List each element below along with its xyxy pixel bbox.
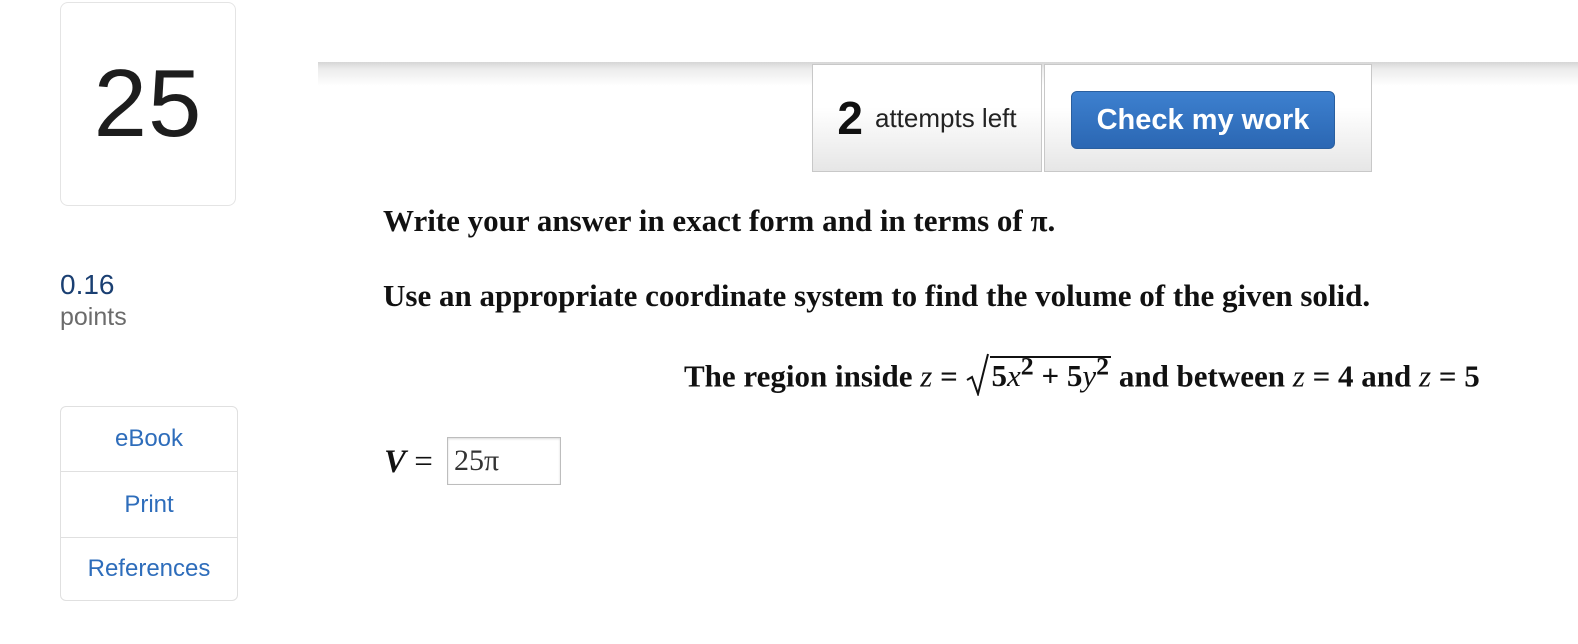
region-between: and between: [1111, 358, 1293, 394]
question-number-card: 25: [60, 2, 236, 206]
attempts-label: attempts left: [874, 102, 1017, 133]
instruction-exact-form: Write your answer in exact form and in t…: [383, 203, 1056, 238]
answer-var: V: [384, 444, 407, 480]
radicand-coef-a: 5: [991, 358, 1008, 394]
square-root-icon: [966, 354, 989, 397]
region-var-z2: z: [1292, 358, 1305, 394]
attempts-box: 2 attempts left: [812, 64, 1042, 172]
region-eq5: = 5: [1431, 358, 1480, 394]
region-eq: =: [932, 358, 966, 394]
radicand-exp-x: 2: [1020, 352, 1034, 381]
points-panel: 0.16 points: [60, 268, 127, 332]
radicand: 5x2 + 5y2: [989, 352, 1112, 394]
check-my-work-button[interactable]: Check my work: [1071, 91, 1335, 149]
region-description: The region inside z = 5x2 + 5y2 and betw…: [684, 352, 1480, 397]
references-link[interactable]: References: [61, 538, 237, 600]
region-eq4: = 4 and: [1304, 358, 1420, 394]
radicand-var-y: y: [1082, 358, 1097, 394]
points-value: 0.16: [60, 269, 115, 300]
print-link[interactable]: Print: [61, 472, 237, 538]
points-label: points: [60, 303, 127, 331]
region-var-z3: z: [1419, 358, 1432, 394]
instruction-coordinate-system: Use an appropriate coordinate system to …: [383, 278, 1371, 313]
tools-panel: eBook Print References: [60, 406, 238, 601]
answer-eq: =: [406, 444, 433, 480]
radicand-plus: + 5: [1033, 358, 1083, 394]
radicand-var-x: x: [1007, 358, 1021, 394]
attempts-count: 2: [837, 92, 863, 144]
radicand-exp-y: 2: [1096, 352, 1110, 381]
check-work-panel: Check my work: [1044, 64, 1372, 172]
answer-input[interactable]: 25π: [447, 437, 561, 485]
question-number: 25: [93, 50, 203, 157]
answer-label: V =: [384, 444, 433, 481]
region-var-z1: z: [920, 358, 933, 394]
ebook-link[interactable]: eBook: [61, 407, 237, 472]
region-prefix: The region inside: [684, 358, 921, 394]
